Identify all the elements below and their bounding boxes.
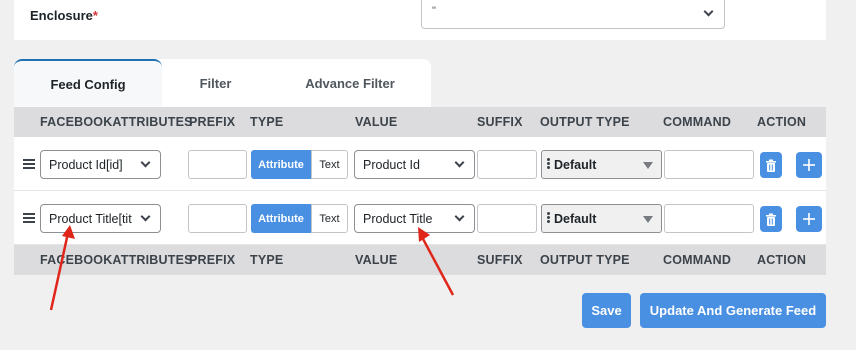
table-header: FACEBOOKATTRIBUTES PREFIX TYPE VALUE SUF… — [14, 107, 826, 137]
add-row-button[interactable] — [796, 206, 822, 232]
chevron-down-icon — [140, 211, 151, 222]
drag-handle-icon[interactable] — [23, 159, 35, 169]
col-header-command: COMMAND — [663, 253, 732, 267]
command-input[interactable] — [664, 150, 754, 179]
value-select-value: Product Title — [363, 212, 433, 226]
attribute-select[interactable]: Product Id[id] — [40, 150, 161, 179]
attribute-select-value: Product Title[tit — [49, 212, 132, 226]
type-attribute-button[interactable]: Attribute — [251, 204, 311, 233]
delete-row-button[interactable] — [760, 152, 782, 178]
trash-icon — [766, 159, 776, 172]
config-tabs: Feed Config Filter Advance Filter — [14, 59, 431, 107]
tab-filter[interactable]: Filter — [162, 59, 269, 107]
annotation-arrow-icon — [49, 225, 75, 311]
value-select-value: Product Id — [363, 158, 420, 172]
type-text-button[interactable]: Text — [311, 204, 348, 233]
tab-advance-filter[interactable]: Advance Filter — [269, 59, 431, 107]
add-row-button[interactable] — [796, 152, 822, 178]
col-header-output-type: OUTPUT TYPE — [540, 253, 630, 267]
chevron-down-icon — [454, 157, 465, 168]
drag-dots-icon — [547, 158, 550, 170]
chevron-down-icon — [454, 211, 465, 222]
attribute-select-value: Product Id[id] — [49, 158, 123, 172]
col-header-output-type: OUTPUT TYPE — [540, 115, 630, 129]
col-header-action: ACTION — [757, 253, 807, 267]
enclosure-label: Enclosure* — [30, 8, 98, 23]
caret-down-icon — [643, 216, 653, 223]
enclosure-select-value: " — [432, 5, 436, 17]
col-header-command: COMMAND — [663, 115, 732, 129]
col-header-action: ACTION — [757, 115, 807, 129]
col-header-type: TYPE — [250, 115, 284, 129]
col-header-type: TYPE — [250, 253, 284, 267]
plus-icon — [803, 159, 815, 171]
output-type-value: Default — [554, 158, 597, 172]
update-generate-feed-button[interactable]: Update And Generate Feed — [640, 293, 826, 328]
drag-handle-icon[interactable] — [23, 213, 35, 223]
delete-row-button[interactable] — [760, 206, 782, 232]
col-header-facebookattributes: FACEBOOKATTRIBUTES — [40, 115, 193, 129]
output-type-value: Default — [554, 212, 597, 226]
type-attribute-button[interactable]: Attribute — [251, 150, 311, 179]
prefix-input[interactable] — [188, 150, 247, 179]
chevron-down-icon — [140, 157, 151, 168]
plus-icon — [803, 213, 815, 225]
prefix-input[interactable] — [188, 204, 247, 233]
save-button[interactable]: Save — [582, 293, 631, 328]
suffix-input[interactable] — [477, 150, 537, 179]
suffix-input[interactable] — [477, 204, 537, 233]
col-header-prefix: PREFIX — [189, 253, 236, 267]
annotation-arrow-icon — [418, 227, 455, 296]
col-header-value: VALUE — [355, 253, 398, 267]
required-mark: * — [92, 8, 98, 23]
col-header-suffix: SUFFIX — [477, 115, 523, 129]
col-header-prefix: PREFIX — [189, 115, 236, 129]
col-header-value: VALUE — [355, 115, 398, 129]
drag-dots-icon — [547, 212, 550, 224]
type-text-button[interactable]: Text — [311, 150, 348, 179]
output-type-select[interactable]: Default — [541, 150, 662, 179]
table-row: Product Id[id] Attribute Text Product Id… — [14, 137, 826, 191]
command-input[interactable] — [664, 204, 754, 233]
tab-feed-config[interactable]: Feed Config — [14, 59, 162, 107]
trash-icon — [766, 213, 776, 226]
caret-down-icon — [643, 162, 653, 169]
value-select[interactable]: Product Id — [354, 150, 475, 179]
col-header-suffix: SUFFIX — [477, 253, 523, 267]
chevron-down-icon — [703, 6, 714, 17]
output-type-select[interactable]: Default — [541, 204, 662, 233]
enclosure-select[interactable]: " — [421, 0, 725, 29]
